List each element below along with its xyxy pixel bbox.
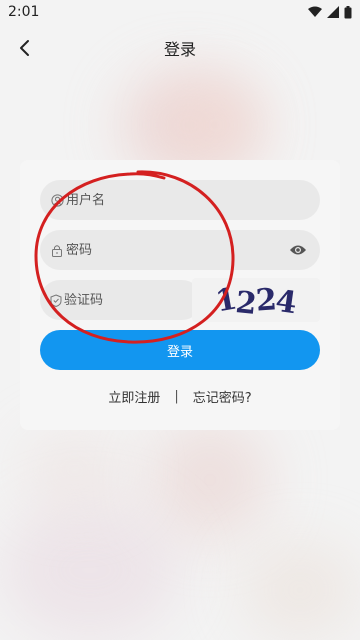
nav-bar: 登录 <box>0 28 360 68</box>
wifi-icon <box>308 6 322 17</box>
page-title: 登录 <box>163 40 196 59</box>
shield-icon <box>50 293 62 307</box>
background-blur <box>20 430 130 510</box>
background-blur <box>240 540 360 640</box>
status-bar: 2:01 <box>0 0 360 24</box>
forgot-password-link[interactable]: 忘记密码? <box>193 387 252 406</box>
captcha-field[interactable] <box>40 280 234 320</box>
background-blur <box>150 420 270 540</box>
register-link[interactable]: 立即注册 <box>108 387 160 406</box>
username-field[interactable] <box>40 180 320 220</box>
chevron-left-icon <box>20 40 29 56</box>
signal-icon <box>327 6 339 18</box>
battery-icon <box>344 5 352 18</box>
auth-links: 立即注册 | 忘记密码? <box>20 386 340 406</box>
user-icon <box>50 193 64 207</box>
captcha-char: 4 <box>273 283 298 321</box>
background-blur <box>170 85 260 165</box>
lock-icon <box>50 243 64 257</box>
back-button[interactable] <box>12 36 36 60</box>
status-icons <box>308 5 352 19</box>
captcha-char: 2 <box>234 284 258 322</box>
captcha-image[interactable]: 1 2 2 4 <box>192 278 320 322</box>
username-input[interactable] <box>66 192 266 208</box>
status-time: 2:01 <box>8 4 40 20</box>
eye-icon <box>290 245 306 255</box>
link-separator: | <box>174 388 179 404</box>
login-button[interactable]: 登录 <box>40 330 320 370</box>
password-field[interactable] <box>40 230 320 270</box>
password-input[interactable] <box>66 242 266 258</box>
background-blur <box>0 500 180 640</box>
show-password-button[interactable] <box>288 240 308 260</box>
login-card: 1 2 2 4 登录 立即注册 | 忘记密码? <box>20 160 340 430</box>
